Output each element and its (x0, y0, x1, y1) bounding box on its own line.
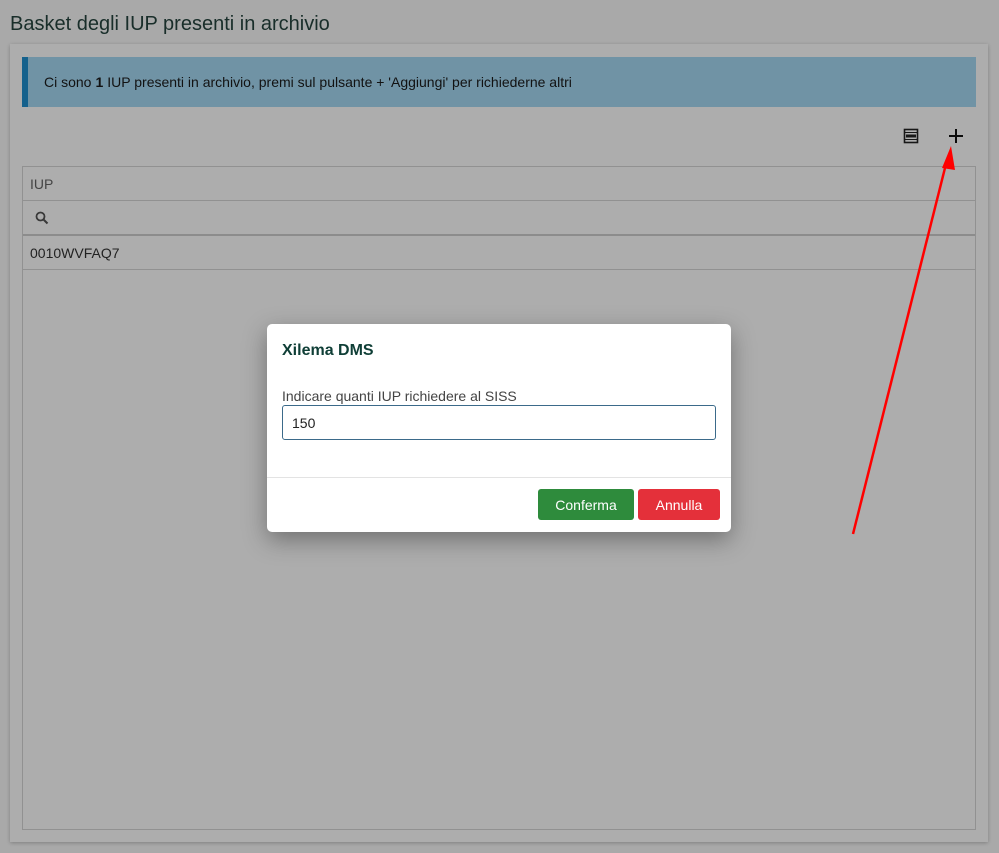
cancel-button[interactable]: Annulla (638, 489, 720, 520)
dialog: Xilema DMS Indicare quanti IUP richieder… (267, 324, 731, 532)
dialog-label: Indicare quanti IUP richiedere al SISS (282, 388, 517, 404)
dialog-divider (267, 477, 731, 478)
confirm-button[interactable]: Conferma (538, 489, 634, 520)
dialog-title: Xilema DMS (282, 342, 374, 359)
quantity-input[interactable] (282, 405, 716, 440)
